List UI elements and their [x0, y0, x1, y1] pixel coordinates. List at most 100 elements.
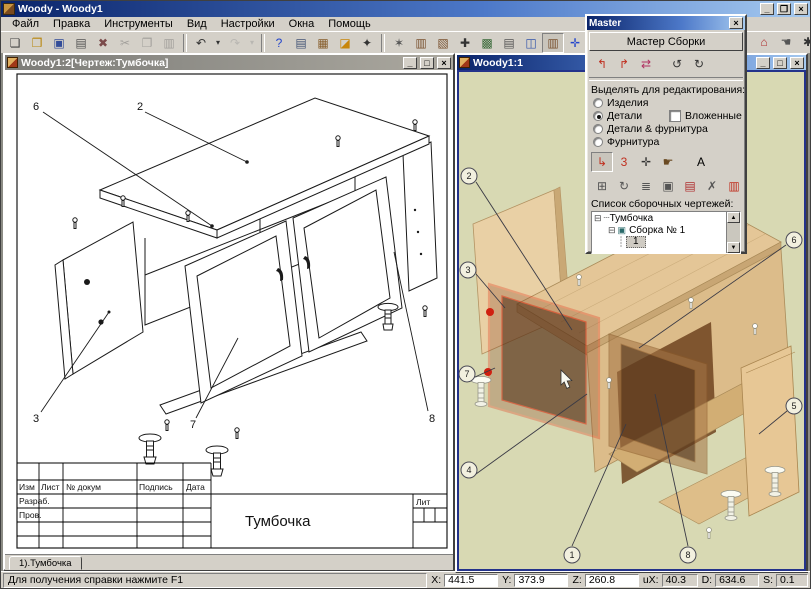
drop-part-button[interactable]: ↳ [591, 152, 613, 172]
drawing-maximize-button[interactable]: □ [420, 57, 434, 69]
menu-view[interactable]: Вид [180, 18, 214, 30]
sheet-tab[interactable]: 1).Тумбочка [9, 556, 82, 570]
tree-scrollbar[interactable]: ▲ ▼ [726, 212, 740, 253]
spec-book-button[interactable]: ▤ [498, 33, 520, 53]
spray-tool-button[interactable]: ✱ [797, 32, 811, 52]
copy-button[interactable]: ❐ [136, 33, 158, 53]
coord-z-input[interactable]: 260.8 [585, 574, 639, 587]
assembly-close-button[interactable]: × [790, 57, 804, 69]
radio-fittings-dot[interactable] [593, 137, 603, 147]
assembly-maximize-button[interactable]: □ [773, 57, 787, 69]
menu-tools[interactable]: Инструменты [97, 18, 180, 30]
rotate-part-left-button[interactable]: ↰ [591, 54, 613, 74]
tb-lit-label: Лит [416, 497, 430, 507]
radio-details-fittings-dot[interactable] [593, 124, 603, 134]
fittings-tool-icon: ✦ [362, 37, 372, 49]
menu-windows[interactable]: Окна [282, 18, 322, 30]
assembly-tree[interactable]: ⊟┄ Тумбочка ⊟ ▣ Сборка № 1 ┊ 1 ▲ ▼ [591, 211, 741, 254]
tree-sheet-item[interactable]: ┊ 1 [592, 236, 740, 248]
collapse-icon[interactable]: ⊟ [594, 213, 602, 224]
tree-assembly-item[interactable]: ⊟ ▣ Сборка № 1 [592, 224, 740, 236]
drawer-model-button[interactable]: ▧ [432, 33, 454, 53]
align-cross-button[interactable]: ✛ [635, 152, 657, 172]
red-page-button[interactable]: ▥ [723, 176, 745, 196]
context-help-button[interactable]: ? [268, 33, 290, 53]
toolbar-tail-group: ⌂☚✱ [753, 32, 811, 52]
menu-settings[interactable]: Настройки [214, 18, 282, 30]
redo-button[interactable]: ↷ [224, 33, 246, 53]
move-object-button[interactable]: ✛ [564, 33, 586, 53]
undo-menu-button[interactable]: ▾ [212, 33, 224, 53]
drawing-minimize-button[interactable]: _ [403, 57, 417, 69]
distance-d-value: 634.6 [715, 574, 759, 587]
tb-row-prov: Пров. [19, 510, 41, 520]
spec-book-icon: ▤ [503, 37, 514, 49]
fittings-tool-button[interactable]: ✦ [356, 33, 378, 53]
radio-details-dot[interactable] [593, 111, 603, 121]
render-view-button[interactable]: ▦ [312, 33, 334, 53]
three-views-button[interactable]: 3 [613, 152, 635, 172]
open-folder-button[interactable]: ❒ [26, 33, 48, 53]
drawing-window-titlebar[interactable]: Woody1:2[Чертеж:Тумбочка] _ □ × [5, 55, 453, 70]
coord-y-input[interactable]: 373.9 [514, 574, 568, 587]
undo-button[interactable]: ↶ [190, 33, 212, 53]
delete-item-button[interactable]: ✗ [701, 176, 723, 196]
annotation-a-button[interactable]: A [688, 151, 714, 173]
magic-wand-button[interactable]: ✶ [388, 33, 410, 53]
redo-menu-button[interactable]: ▾ [246, 33, 258, 53]
print-button[interactable]: ▤ [70, 33, 92, 53]
menu-help[interactable]: Помощь [321, 18, 378, 30]
refresh-tool-button[interactable]: ↻ [613, 176, 635, 196]
restore-button[interactable]: ❐ [777, 3, 791, 15]
drawing-canvas[interactable]: 6 2 3 7 8 [5, 70, 453, 554]
radio-details[interactable]: Детали Вложенные [593, 110, 743, 122]
radio-fittings[interactable]: Фурнитура [593, 136, 743, 148]
close-button[interactable]: × [794, 3, 808, 15]
new-file-button[interactable]: ❏ [4, 33, 26, 53]
drawing-close-button[interactable]: × [437, 57, 451, 69]
tree-root-item[interactable]: ⊟┄ Тумбочка [592, 212, 740, 224]
minimize-button[interactable]: _ [760, 3, 774, 15]
flip-part-button[interactable]: ⇄ [635, 54, 657, 74]
tree-selected-sheet[interactable]: 1 [626, 236, 646, 248]
material-box-button[interactable]: ◪ [334, 33, 356, 53]
connection-cross-button[interactable]: ✚ [454, 33, 476, 53]
assembly-wizard-button[interactable]: Мастер Сборки [589, 32, 743, 51]
nested-checkbox-box[interactable] [669, 110, 681, 122]
orbit-hand-button[interactable]: ☚ [775, 32, 797, 52]
spec-view-button[interactable]: ▤ [290, 33, 312, 53]
master-titlebar[interactable]: Master × [587, 16, 745, 30]
master-close-button[interactable]: × [729, 17, 743, 29]
grab-hand-button[interactable]: ☛ [657, 152, 679, 172]
sofa-tool-button[interactable]: ⌂ [753, 32, 775, 52]
radio-details-fittings[interactable]: Детали & фурнитура [593, 123, 743, 135]
status-help-text: Для получения справки нажмите F1 [3, 573, 427, 588]
edit-page-button[interactable]: ▤ [679, 176, 701, 196]
orbit-left-icon: ↺ [672, 58, 682, 70]
paste-button[interactable]: ▥ [158, 33, 180, 53]
texture-image-button[interactable]: ▩ [476, 33, 498, 53]
nested-checkbox[interactable]: Вложенные [669, 110, 742, 122]
radio-products-dot[interactable] [593, 98, 603, 108]
scroll-up-icon[interactable]: ▲ [727, 212, 740, 223]
rotate-part-right-button[interactable]: ↱ [613, 54, 635, 74]
delete-button[interactable]: ✖ [92, 33, 114, 53]
collapse-icon[interactable]: ⊟ [608, 225, 616, 236]
layers-tool-button[interactable]: ▣ [657, 176, 679, 196]
scroll-down-icon[interactable]: ▼ [727, 242, 740, 253]
cabinet-mode-button[interactable]: ▥ [542, 33, 564, 53]
cabinet-model-button[interactable]: ▥ [410, 33, 432, 53]
menu-file[interactable]: Файл [5, 18, 46, 30]
menu-edit[interactable]: Правка [46, 18, 97, 30]
coord-x-input[interactable]: 441.5 [444, 574, 498, 587]
assembly-minimize-button[interactable]: _ [756, 57, 770, 69]
grid-tool-button[interactable]: ⊞ [591, 176, 613, 196]
list-tool-button[interactable]: ≣ [635, 176, 657, 196]
panel-mode-button[interactable]: ◫ [520, 33, 542, 53]
orbit-left-button[interactable]: ↺ [666, 54, 688, 74]
orbit-right-button[interactable]: ↻ [688, 54, 710, 74]
save-button[interactable]: ▣ [48, 33, 70, 53]
callout-3: 3 [33, 413, 39, 425]
radio-products[interactable]: Изделия [593, 97, 743, 109]
cut-button[interactable]: ✂ [114, 33, 136, 53]
